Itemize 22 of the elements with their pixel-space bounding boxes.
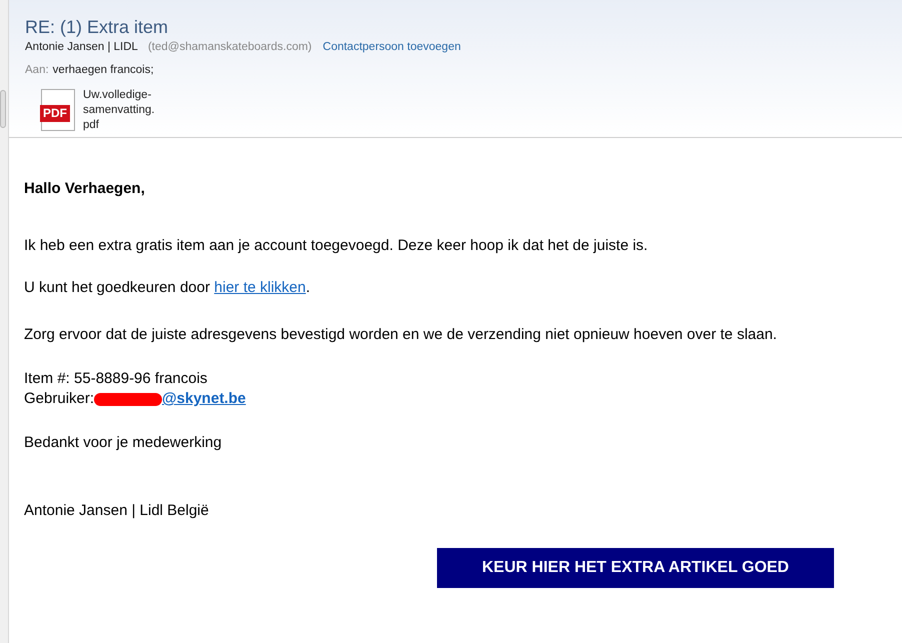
recipient: verhaegen francois; [52, 63, 154, 78]
thanks-text: Bedankt voor je medewerking [24, 433, 223, 453]
approve-button[interactable]: KEUR HIER HET EXTRA ARTIKEL GOED [437, 548, 834, 588]
paragraph: U kunt het goedkeuren door hier te klikken. [24, 278, 312, 298]
greeting: Hallo Verhaegen, [24, 179, 146, 199]
signature: Antonie Jansen | Lidl België [24, 500, 210, 520]
sender-email: (ted@shamanskateboards.com) [148, 40, 312, 55]
user-label: Gebruiker: [24, 389, 94, 409]
pdf-label: PDF [40, 104, 70, 122]
add-contact-link[interactable]: Contactpersoon toevoegen [322, 39, 461, 56]
approve-link[interactable]: hier te klikken [214, 279, 306, 296]
attachment[interactable]: PDF Uw.volledige- samenvatting. pdf [41, 88, 902, 132]
item-number: Item #: 55-8889-96 francois [24, 369, 208, 389]
paragraph: Ik heb een extra gratis item aan je account toegevoegd. Deze keer hoop ik dat het de juiste is. [24, 236, 649, 256]
to-label: Aan: [25, 63, 49, 78]
sender-name: Antonie Jansen | LIDL [25, 40, 138, 55]
redaction-mark [94, 392, 162, 406]
attachment-name: Uw.volledige- samenvatting. pdf [83, 88, 155, 132]
message-subject: RE: (1) Extra item [25, 16, 170, 38]
user-email-link[interactable]: @skynet.be [162, 389, 246, 409]
paragraph: Zorg ervoor dat de juiste adresgevens bevestigd worden en we de verzending niet opnieuw hoeven over te slaan. [24, 324, 778, 344]
scrollbar-thumb[interactable] [0, 90, 6, 128]
